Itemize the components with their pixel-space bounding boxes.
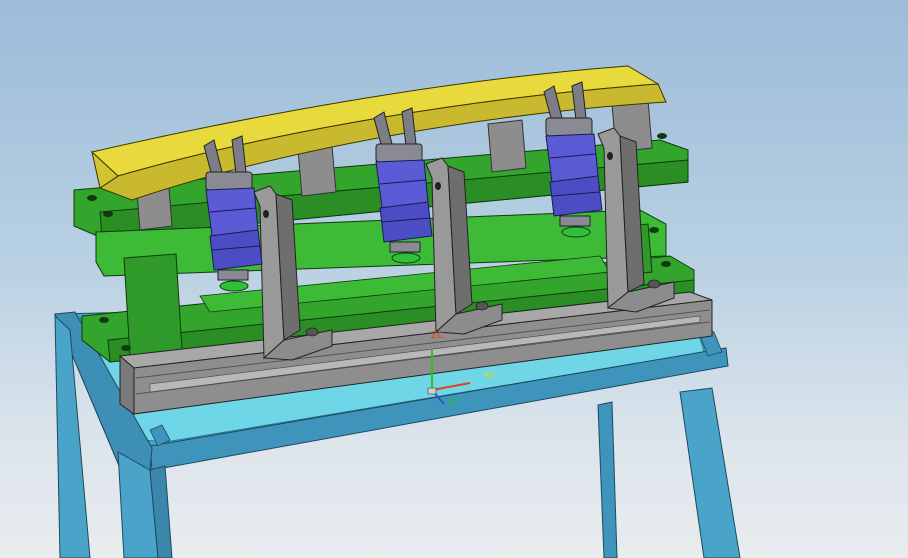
frame-leg-front-right[interactable] <box>679 387 741 558</box>
cad-viewport[interactable]: XC ZC YC <box>0 0 908 558</box>
base-hole <box>99 317 109 323</box>
base-hole <box>103 211 113 217</box>
green-post-left[interactable] <box>123 253 183 357</box>
base-hole <box>121 345 131 351</box>
gray-block-3[interactable] <box>487 119 527 173</box>
frame-leg-back-right[interactable] <box>597 401 618 558</box>
base-hole <box>87 195 97 201</box>
base-hole <box>661 261 671 267</box>
triad-x-label: XC <box>484 371 496 381</box>
triad-origin <box>427 387 437 395</box>
triad-y-label: YC <box>448 398 460 408</box>
base-hole <box>657 133 667 139</box>
triad-z-label: ZC <box>431 331 444 341</box>
base-hole <box>649 227 659 233</box>
model-scene[interactable] <box>0 0 908 558</box>
